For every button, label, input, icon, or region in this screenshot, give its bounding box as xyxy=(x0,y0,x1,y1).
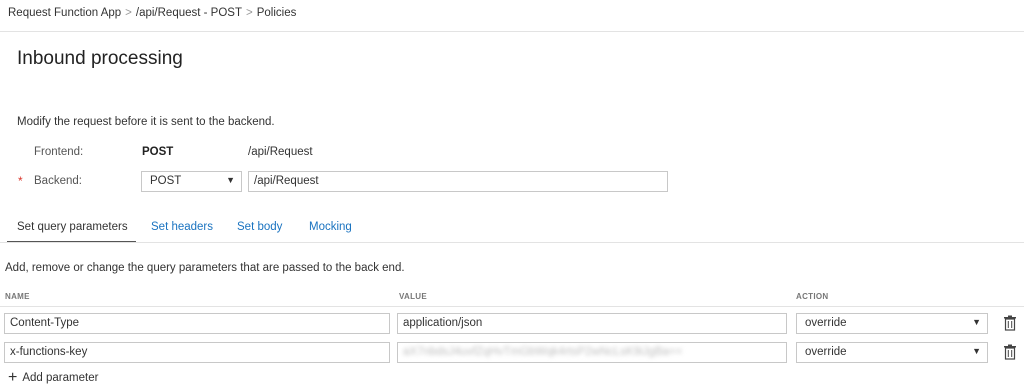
param-value-input[interactable]: application/json xyxy=(397,313,787,334)
tab-divider xyxy=(0,242,1024,243)
table-header-divider xyxy=(0,306,1024,307)
query-description: Add, remove or change the query paramete… xyxy=(5,262,405,274)
backend-url-input[interactable]: /api/Request xyxy=(248,171,668,192)
backend-method-select[interactable]: POST ▼ xyxy=(141,171,242,192)
breadcrumb: Request Function App > /api/Request - POST… xyxy=(8,7,296,19)
breadcrumb-item-app[interactable]: Request Function App xyxy=(8,7,121,19)
dropdown-arrow-icon: ▼ xyxy=(226,175,235,185)
tab-set-headers[interactable]: Set headers xyxy=(151,221,213,233)
required-indicator: * xyxy=(18,174,23,188)
breadcrumb-separator: > xyxy=(246,7,253,19)
dropdown-arrow-icon: ▼ xyxy=(972,346,981,356)
section-description: Modify the request before it is sent to … xyxy=(17,116,275,128)
frontend-url: /api/Request xyxy=(248,146,313,158)
plus-icon: + xyxy=(8,369,18,386)
tab-set-body[interactable]: Set body xyxy=(237,221,282,233)
header-divider xyxy=(0,31,1024,32)
param-value-input[interactable]: aX7nbdsJ4uvfZqHvTmGbWqk4rtsP2wNcLsK9iJgB… xyxy=(397,342,787,363)
param-action-select[interactable]: override ▼ xyxy=(796,313,988,334)
backend-label: Backend: xyxy=(34,175,82,187)
param-action-value: override xyxy=(805,346,847,358)
tab-bar: Set query parameters Set headers Set bod… xyxy=(0,213,1024,243)
tab-set-query-parameters[interactable]: Set query parameters xyxy=(17,221,128,233)
param-action-value: override xyxy=(805,317,847,329)
column-header-name: NAME xyxy=(5,292,30,301)
breadcrumb-separator: > xyxy=(125,7,132,19)
param-name-input[interactable]: x-functions-key xyxy=(4,342,390,363)
column-header-value: VALUE xyxy=(399,292,428,301)
frontend-method: POST xyxy=(142,146,174,158)
breadcrumb-item-operation[interactable]: /api/Request - POST xyxy=(136,7,242,19)
add-parameter-label: Add parameter xyxy=(22,372,99,384)
column-header-action: ACTION xyxy=(796,292,829,301)
delete-trash-icon[interactable] xyxy=(1003,344,1017,360)
param-name-input[interactable]: Content-Type xyxy=(4,313,390,334)
delete-trash-icon[interactable] xyxy=(1003,315,1017,331)
breadcrumb-item-policies: Policies xyxy=(256,7,297,19)
tab-mocking[interactable]: Mocking xyxy=(309,221,352,233)
backend-method-value: POST xyxy=(150,175,182,187)
frontend-label: Frontend: xyxy=(34,146,84,158)
add-parameter-button[interactable]: + Add parameter xyxy=(8,369,99,386)
page-title: Inbound processing xyxy=(17,48,183,69)
param-action-select[interactable]: override ▼ xyxy=(796,342,988,363)
dropdown-arrow-icon: ▼ xyxy=(972,317,981,327)
obscured-value: aX7nbdsJ4uvfZqHvTmGbWqk4rtsP2wNcLsK9iJgB… xyxy=(403,346,683,358)
